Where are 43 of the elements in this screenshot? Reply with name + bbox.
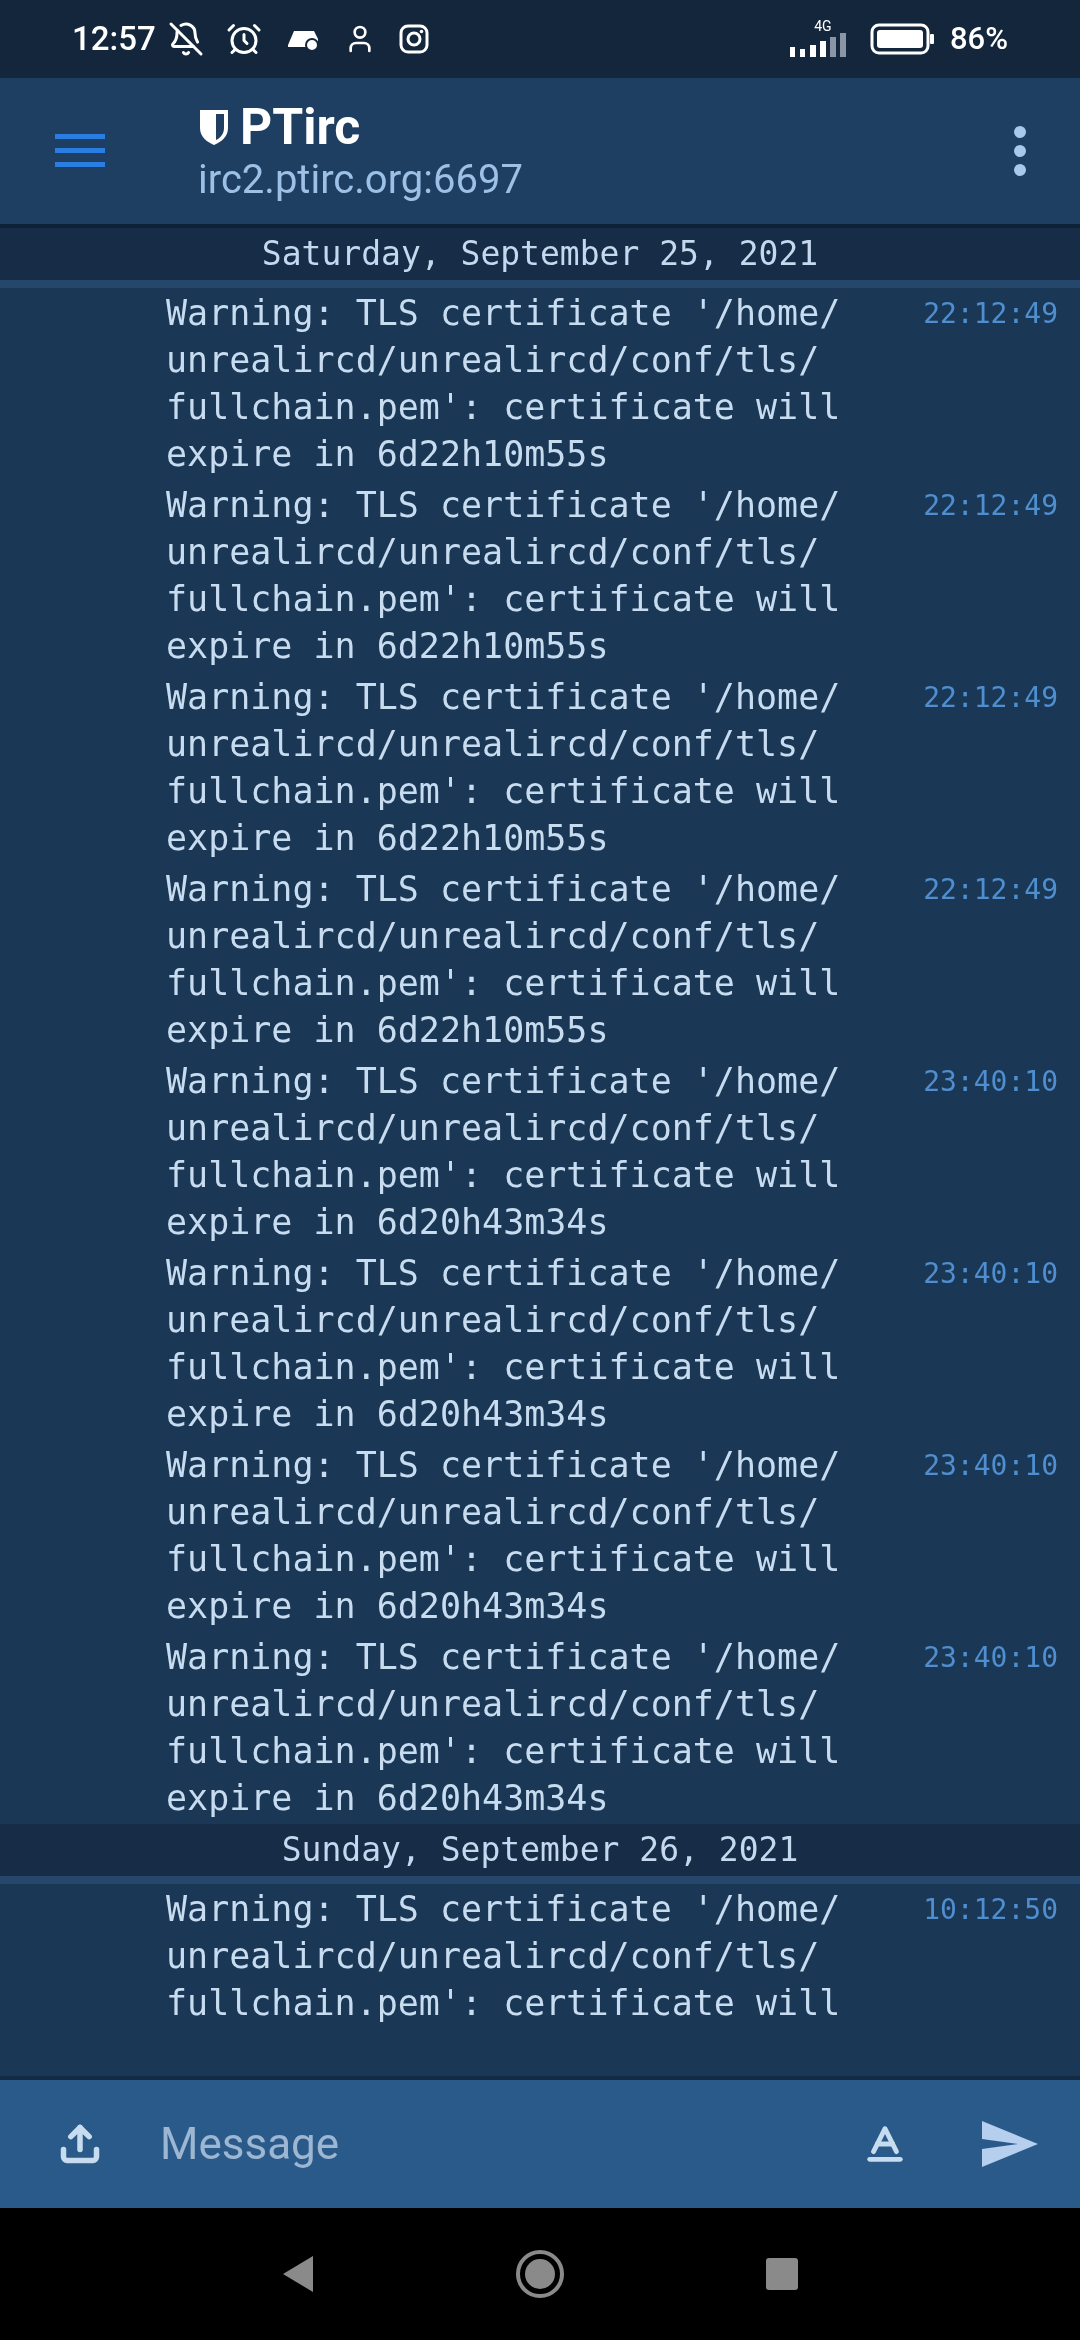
back-icon: [281, 2254, 315, 2294]
battery-percent: 86%: [949, 18, 1008, 59]
alarm-clock-icon: [225, 21, 262, 57]
message-text: Warning: TLS certificate '/home/ unrealircd/unrealircd/conf/tls/ fullchain.pem': certificate will expire in 6d20h43m34s: [166, 1636, 842, 1820]
send-icon: [980, 2119, 1040, 2169]
shield-icon: [198, 108, 230, 146]
message-text: Warning: TLS certificate '/home/ unrealircd/unrealircd/conf/tls/ fullchain.pem': certificate will expire in 6d20h43m34s: [166, 1444, 842, 1628]
menu-icon: [55, 134, 105, 168]
timestamp: 23:40:10: [923, 1064, 1058, 1100]
timestamp: 10:12:50: [923, 1892, 1058, 1928]
timestamp: 22:12:49: [923, 680, 1058, 716]
date-label: Sunday, September 26, 2021: [281, 1829, 799, 1872]
clock: 12:57: [72, 18, 156, 61]
home-button[interactable]: [515, 2249, 565, 2299]
timestamp: 23:40:10: [923, 1640, 1058, 1676]
timestamp: 22:12:49: [923, 872, 1058, 908]
server-address: irc2.ptirc.org:6697: [198, 156, 523, 204]
message-text: Warning: TLS certificate '/home/ unrealircd/unrealircd/conf/tls/ fullchain.pem': certificate will expire in 6d22h10m55s: [166, 484, 842, 668]
more-icon: [1014, 126, 1026, 176]
message-text: Warning: TLS certificate '/home/ unrealircd/unrealircd/conf/tls/ fullchain.pem': certificate will expire in 6d22h10m55s: [166, 868, 842, 1052]
battery-icon: [869, 23, 936, 55]
timestamp: 22:12:49: [923, 488, 1058, 524]
message-text: Warning: TLS certificate '/home/ unrealircd/unrealircd/conf/tls/ fullchain.pem': certificate will expire in 6d22h10m55s: [166, 292, 842, 476]
timestamp: 23:40:10: [923, 1256, 1058, 1292]
timestamp: 22:12:49: [923, 296, 1058, 332]
message-field[interactable]: Message: [160, 2080, 830, 2208]
recents-icon: [765, 2257, 799, 2291]
muted-bell-icon: [167, 21, 204, 57]
message-text: Warning: TLS certificate '/home/ unrealircd/unrealircd/conf/tls/ fullchain.pem': certificate will: [166, 1888, 842, 2025]
message-text: Warning: TLS certificate '/home/ unrealircd/unrealircd/conf/tls/ fullchain.pem': certificate will expire in 6d20h43m34s: [166, 1252, 842, 1436]
home-icon: [515, 2249, 565, 2299]
app-title: PTirc: [240, 98, 361, 156]
recents-button[interactable]: [765, 2257, 799, 2291]
date-label: Saturday, September 25, 2021: [261, 233, 819, 276]
upload-icon: [58, 2122, 102, 2166]
network-label: 4G: [814, 19, 832, 33]
timestamp: 23:40:10: [923, 1448, 1058, 1484]
camera-icon: [397, 23, 430, 55]
send-button[interactable]: [940, 2080, 1080, 2208]
message-text: Warning: TLS certificate '/home/ unrealircd/unrealircd/conf/tls/ fullchain.pem': certificate will expire in 6d20h43m34s: [166, 1060, 842, 1244]
upload-button[interactable]: [0, 2080, 160, 2208]
message-text: Warning: TLS certificate '/home/ unrealircd/unrealircd/conf/tls/ fullchain.pem': certificate will expire in 6d22h10m55s: [166, 676, 842, 860]
back-button[interactable]: [281, 2254, 315, 2294]
